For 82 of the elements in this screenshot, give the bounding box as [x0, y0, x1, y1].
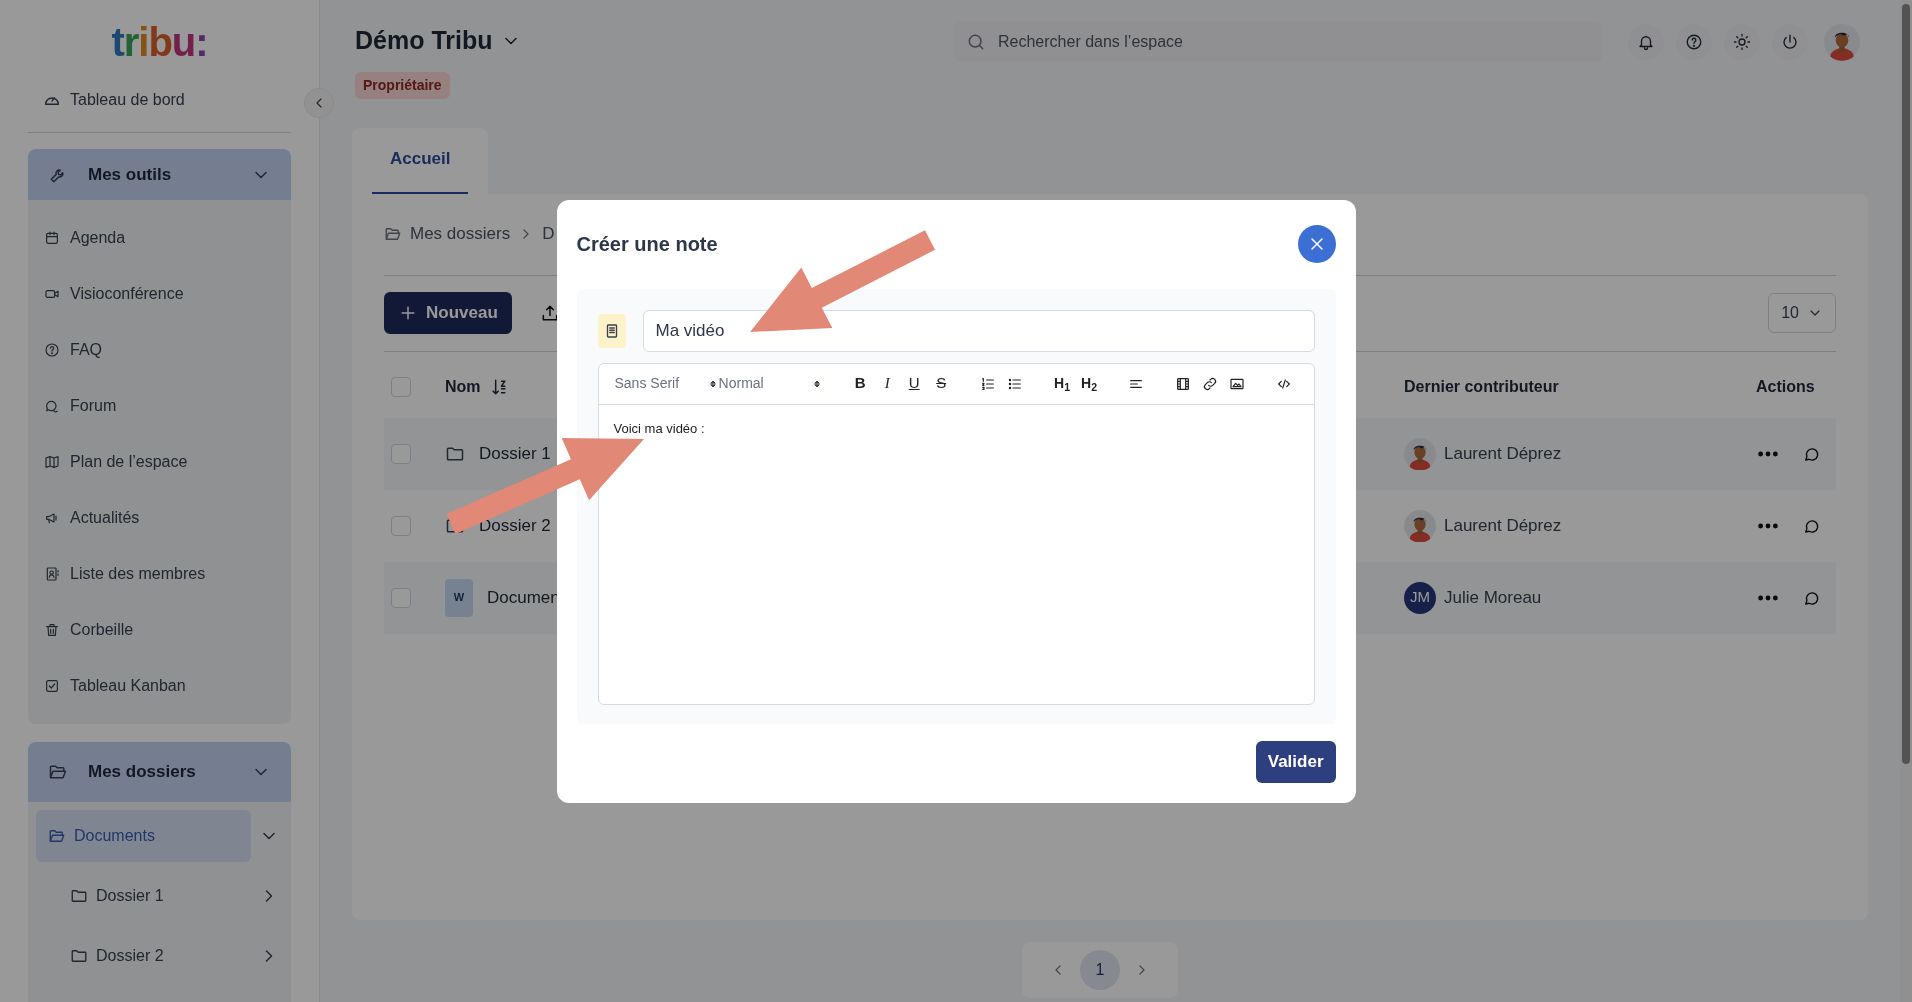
scrollbar[interactable]	[1900, 0, 1912, 1002]
bold-button[interactable]: B	[846, 372, 874, 395]
heading-button[interactable]: H$_{2}$	[1075, 373, 1103, 394]
sidebar-item[interactable]: FAQ	[28, 322, 291, 378]
avatar-initials: JM	[1404, 581, 1436, 614]
checkbox-icon	[44, 678, 60, 694]
avatar	[1404, 509, 1436, 542]
column-header: Dernier contributeur	[1404, 376, 1560, 397]
table-cell-text: Julie Moreau	[1444, 586, 1542, 609]
format-select[interactable]: Normal	[718, 373, 823, 394]
dialog-title: Créer une note	[576, 232, 718, 257]
folder-tree-item[interactable]: Documents	[36, 810, 251, 862]
contact-card-icon	[44, 566, 60, 582]
page-size-select[interactable]: 10	[1768, 293, 1836, 333]
format-select[interactable]: Sans Serif	[614, 373, 719, 394]
sidebar-item[interactable]: Visioconférence	[28, 266, 291, 322]
open-folder-icon	[48, 762, 68, 782]
sidebar-item[interactable]: Corbeille	[28, 602, 291, 658]
note-title-field[interactable]: Ma vidéo	[642, 309, 1315, 352]
page-button[interactable]: 1	[1080, 949, 1120, 990]
breadcrumb-item[interactable]: D	[542, 221, 555, 247]
sidebar-item[interactable]: Agenda	[28, 210, 291, 266]
more-icon	[1758, 522, 1778, 529]
sidebar-item[interactable]: Tableau Kanban	[28, 658, 291, 714]
close-button[interactable]	[1297, 225, 1336, 263]
checkbox[interactable]	[391, 443, 411, 464]
sidebar-item[interactable]: Actualités	[28, 490, 291, 546]
search-icon	[966, 32, 986, 52]
table-cell-text: Laurent Déprez	[1444, 514, 1562, 537]
film-icon	[1175, 375, 1192, 392]
table-cell-text: Laurent Déprez	[1444, 442, 1562, 465]
folder-tree-item[interactable]: Dossier 2	[58, 930, 251, 982]
column-header: Actions	[1755, 376, 1816, 397]
sidebar-item[interactable]: Plan de l’espace	[28, 434, 291, 490]
power-icon	[1781, 33, 1799, 51]
file-type-badge: W	[445, 578, 473, 617]
sidebar-item[interactable]: Forum	[28, 378, 291, 434]
help-icon	[44, 342, 60, 358]
sun-icon	[1733, 33, 1751, 51]
trash-icon	[44, 622, 60, 638]
dashboard-link[interactable]: Tableau de bord	[28, 70, 291, 129]
checkbox[interactable]	[391, 515, 411, 536]
space-title[interactable]: Démo Tribu	[355, 22, 521, 60]
calendar-icon	[44, 230, 60, 246]
breadcrumb-item[interactable]: Mes dossiers	[410, 221, 511, 247]
chat-icon	[44, 398, 60, 414]
avatar	[1404, 437, 1436, 470]
open-folder-icon	[48, 827, 66, 845]
checkbox[interactable]	[391, 587, 411, 608]
italic-button[interactable]: I	[873, 372, 901, 395]
folders-section-header[interactable]: Mes dossiers	[28, 742, 291, 802]
tab[interactable]: Accueil	[352, 128, 489, 194]
tools-section-header[interactable]: Mes outils	[28, 149, 291, 200]
map-icon	[44, 454, 60, 470]
more-options-button[interactable]	[1758, 450, 1778, 457]
role-badge: Propriétaire	[355, 71, 450, 99]
folder-icon	[70, 887, 88, 905]
avatar	[1824, 22, 1860, 62]
more-icon	[1758, 594, 1778, 601]
help-icon	[1685, 33, 1703, 51]
column-header[interactable]: Nom	[445, 374, 481, 399]
logo: tribu:	[111, 22, 208, 66]
table-cell-text: Dossier 1	[479, 442, 551, 465]
heading-button[interactable]: H$_{1}$	[1048, 373, 1076, 394]
open-folder-icon	[384, 225, 402, 243]
strikethrough-button[interactable]: S	[927, 372, 955, 395]
more-options-button[interactable]	[1758, 594, 1778, 601]
bell-icon	[1637, 33, 1655, 51]
numbered-list-icon	[980, 375, 997, 392]
underline-button[interactable]: U	[900, 372, 928, 395]
more-icon	[1758, 450, 1778, 457]
validate-button[interactable]: Valider	[1255, 740, 1336, 783]
folder-icon	[70, 947, 88, 965]
folder-tree-item[interactable]: Dossier 1	[58, 870, 251, 922]
link-icon	[1202, 375, 1218, 392]
more-options-button[interactable]	[1758, 522, 1778, 529]
sidebar-item[interactable]: Liste des membres	[28, 546, 291, 602]
gauge-icon	[44, 94, 60, 106]
rich-text-editor[interactable]: Sans Serif Normal B I U S H$_{1}$ H$_{2}$ Voici ma vidéo :	[597, 362, 1315, 705]
new-button[interactable]: Nouveau	[384, 292, 512, 334]
checkbox[interactable]	[391, 376, 411, 397]
editor-content: Voici ma vidéo :	[612, 419, 706, 438]
